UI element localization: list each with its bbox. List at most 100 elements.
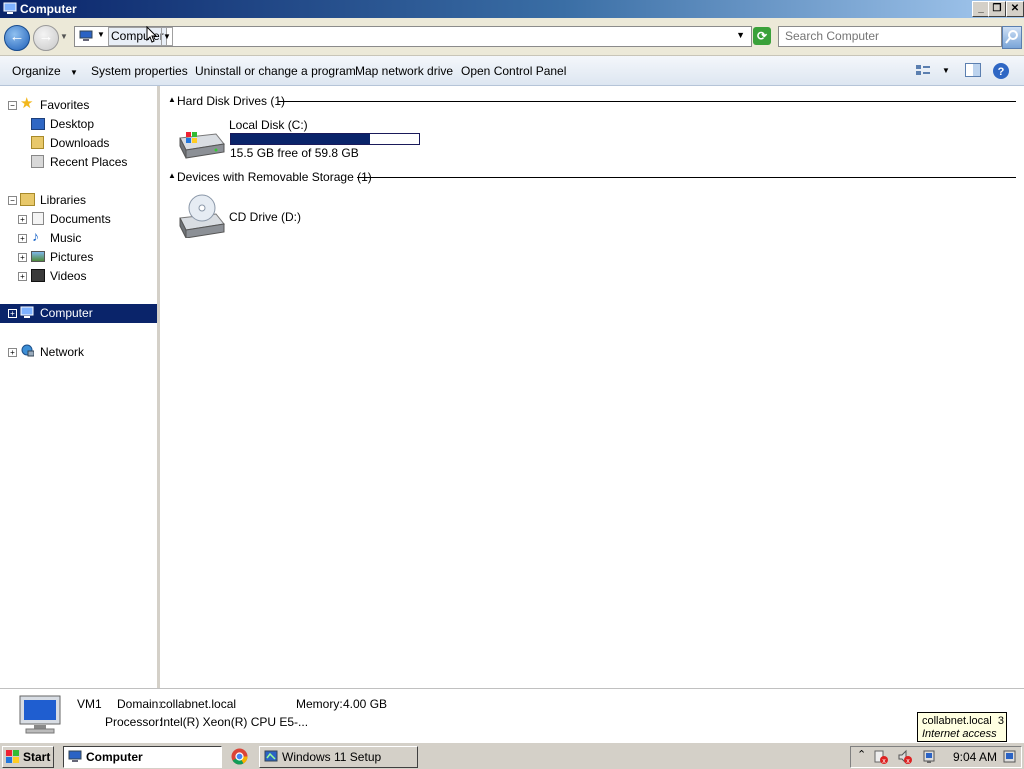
nav-label-music: Music	[50, 231, 82, 245]
expand-icon[interactable]: +	[18, 272, 27, 281]
show-desktop-icon[interactable]	[1003, 749, 1017, 765]
expand-icon[interactable]: +	[18, 234, 27, 243]
show-hidden-icons-icon[interactable]: ⌃	[857, 748, 866, 761]
expand-icon[interactable]: +	[8, 309, 17, 318]
recent-pages-dropdown-icon[interactable]: ▼	[60, 32, 68, 41]
taskbar-button-windows-setup[interactable]: Windows 11 Setup	[259, 746, 418, 768]
address-history-dropdown-icon[interactable]: ▼	[736, 30, 745, 40]
svg-text:x: x	[882, 758, 886, 765]
expand-icon[interactable]: +	[18, 253, 27, 262]
network-status-icon[interactable]	[921, 749, 937, 765]
nav-label-documents: Documents	[50, 212, 111, 226]
nav-item-favorites[interactable]: − ★ Favorites	[0, 96, 157, 114]
more-options-dropdown-icon[interactable]: ▼	[942, 66, 950, 75]
group-header-hard-disk-drives[interactable]: Hard Disk Drives (1)	[177, 94, 285, 108]
windows-logo-icon	[6, 750, 19, 763]
cd-drive-icon	[179, 194, 225, 238]
uninstall-program-button[interactable]: Uninstall or change a program	[195, 64, 356, 78]
computer-icon	[79, 30, 93, 41]
nav-item-network[interactable]: + Network	[0, 343, 157, 361]
collapse-group-icon[interactable]: ▲	[168, 171, 176, 180]
forward-button[interactable]: →	[33, 25, 59, 51]
change-view-icon[interactable]	[914, 62, 932, 78]
nav-item-recent-places[interactable]: Recent Places	[0, 153, 157, 171]
expand-icon[interactable]: +	[8, 348, 17, 357]
back-arrow-icon: ←	[9, 28, 25, 45]
star-icon: ★	[20, 95, 34, 112]
taskbar: Start Computer Windows 11 Setup ⌃ x x 9:…	[0, 742, 1024, 769]
chevron-down-icon: ▼	[70, 68, 78, 77]
nav-label-computer: Computer	[40, 306, 93, 320]
nav-item-videos[interactable]: + Videos	[0, 267, 157, 285]
nav-label-favorites: Favorites	[40, 98, 90, 112]
nav-item-downloads[interactable]: Downloads	[0, 134, 157, 152]
system-tray: ⌃ x x 9:04 AM	[850, 746, 1022, 768]
preview-pane-icon[interactable]	[964, 62, 982, 78]
capacity-bar	[230, 133, 420, 145]
command-bar: Organize ▼ System properties Uninstall o…	[0, 56, 1024, 86]
drive-item-local-disk[interactable]: Local Disk (C:) 15.5 GB free of 59.8 GB	[174, 118, 434, 162]
refresh-button[interactable]: ⟳	[753, 27, 771, 45]
nav-label-libraries: Libraries	[40, 193, 87, 207]
documents-icon	[32, 212, 44, 225]
address-bar[interactable]: ▼ Computer ▼ ▼	[74, 26, 752, 47]
expand-icon[interactable]: +	[18, 215, 27, 224]
taskbar-button-computer[interactable]: Computer	[63, 746, 222, 768]
nav-item-documents[interactable]: + Documents	[0, 210, 157, 228]
memory-label: Memory:	[296, 697, 343, 711]
nav-label-videos: Videos	[50, 269, 87, 283]
svg-text:x: x	[906, 758, 910, 765]
mouse-cursor-icon	[146, 26, 158, 43]
navigation-pane: − ★ Favorites Desktop Downloads Recent P…	[0, 86, 160, 688]
restore-button[interactable]: ❐	[988, 1, 1006, 17]
breadcrumb-dropdown-icon[interactable]: ▼	[161, 27, 173, 46]
nav-label-network: Network	[40, 345, 85, 359]
window-title: Computer	[20, 2, 77, 16]
map-network-drive-button[interactable]: Map network drive	[355, 64, 453, 78]
action-center-alert-icon[interactable]: x	[873, 749, 889, 765]
memory-value: 4.00 GB	[343, 697, 388, 711]
nav-item-music[interactable]: + ♪ Music	[0, 229, 157, 247]
back-button[interactable]: ←	[4, 25, 30, 51]
help-icon[interactable]: ?	[992, 62, 1010, 80]
processor-label: Processor:	[105, 715, 163, 729]
refresh-icon: ⟳	[756, 29, 768, 43]
drive-item-cd-drive[interactable]: CD Drive (D:)	[174, 190, 354, 240]
title-bar[interactable]: Computer _ ❐ ✕	[0, 0, 1024, 18]
collapse-icon[interactable]: −	[8, 101, 17, 110]
start-button[interactable]: Start	[2, 746, 54, 768]
libraries-icon	[20, 193, 35, 206]
capacity-bar-fill	[231, 134, 371, 144]
search-button[interactable]	[1002, 26, 1022, 49]
search-field[interactable]	[778, 26, 1002, 47]
organize-button[interactable]: Organize ▼	[12, 64, 78, 78]
chrome-icon[interactable]	[231, 748, 248, 765]
chevron-down-icon[interactable]: ▼	[97, 30, 105, 39]
taskbar-label-computer: Computer	[86, 750, 143, 764]
group-header-removable-storage[interactable]: Devices with Removable Storage (1)	[177, 170, 372, 184]
nav-item-desktop[interactable]: Desktop	[0, 115, 157, 133]
details-pane: VM1 Domain: collabnet.local Memory: 4.00…	[0, 688, 1024, 743]
forward-arrow-icon: →	[38, 28, 54, 45]
nav-label-desktop: Desktop	[50, 117, 95, 131]
start-label: Start	[23, 750, 51, 764]
open-control-panel-button[interactable]: Open Control Panel	[461, 64, 566, 78]
clock[interactable]: 9:04 AM	[953, 750, 997, 764]
drive-name-local-disk: Local Disk (C:)	[229, 118, 308, 132]
system-properties-button[interactable]: System properties	[91, 64, 188, 78]
computer-icon	[20, 306, 34, 318]
nav-item-pictures[interactable]: + Pictures	[0, 248, 157, 266]
organize-label: Organize	[12, 64, 61, 78]
computer-name: VM1	[77, 697, 102, 711]
collapse-icon[interactable]: −	[8, 196, 17, 205]
processor-value: Intel(R) Xeon(R) CPU E5-...	[160, 715, 309, 729]
collapse-group-icon[interactable]: ▲	[168, 95, 176, 104]
nav-item-computer[interactable]: + Computer	[0, 304, 157, 323]
close-button[interactable]: ✕	[1006, 1, 1024, 17]
nav-item-libraries[interactable]: − Libraries	[0, 191, 157, 209]
search-input[interactable]	[779, 27, 1001, 44]
volume-muted-icon[interactable]: x	[897, 749, 913, 765]
content-pane: ▲ Hard Disk Drives (1) Local Disk (C:) 1…	[160, 86, 1024, 688]
downloads-folder-icon	[31, 136, 44, 149]
search-icon	[1005, 30, 1018, 44]
